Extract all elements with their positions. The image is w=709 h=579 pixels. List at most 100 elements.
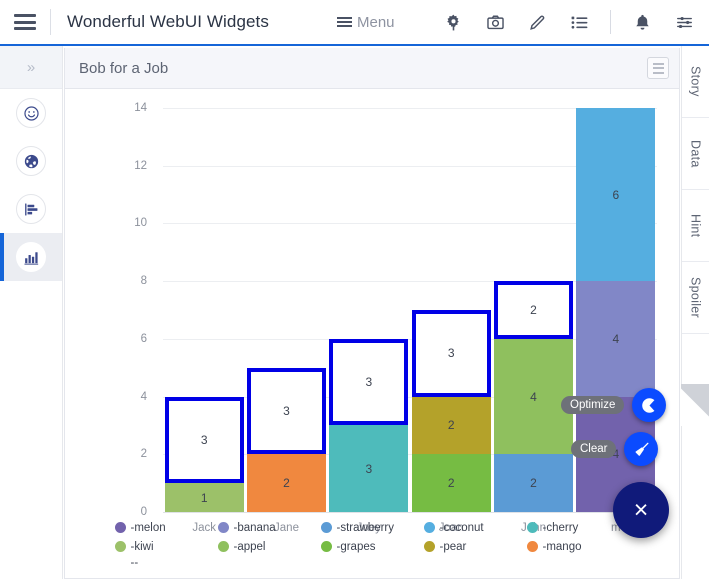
optimize-fab[interactable]: Optimize: [561, 388, 667, 422]
bar-segment-highlighted[interactable]: 2: [494, 281, 573, 339]
toolbar-icons: [442, 10, 695, 34]
legend-item[interactable]: -appel: [217, 537, 321, 556]
sliders-icon[interactable]: [673, 11, 695, 33]
legend-item[interactable]: -cherry: [526, 518, 630, 537]
bar-joey[interactable]: 33: [329, 108, 409, 512]
legend-color-swatch: [320, 522, 332, 533]
legend-color-swatch: [217, 541, 229, 552]
bar-segment[interactable]: 2: [411, 454, 491, 512]
app-title: Wonderful WebUI Widgets: [67, 12, 269, 31]
list-icon[interactable]: [568, 11, 590, 33]
legend-color-swatch: [526, 541, 538, 552]
bar-segment[interactable]: 2: [247, 454, 326, 512]
legend-item[interactable]: -strawberry: [320, 518, 424, 537]
chart-legend: -melon -kiwi -- -banana -appel -strawberry -gr…: [65, 518, 679, 570]
axis-line: [163, 512, 657, 513]
legend-label: -cherry: [542, 521, 579, 534]
legend-label: -mango: [542, 540, 582, 553]
tab-spoiler[interactable]: Spoiler: [682, 262, 709, 334]
legend-column: -melon -kiwi --: [114, 518, 218, 570]
legend-item[interactable]: -melon: [114, 518, 218, 537]
y-axis-tick: 6: [140, 332, 147, 345]
bar-segment-highlighted[interactable]: 3: [164, 396, 244, 484]
legend-column: -cherry -mango: [526, 518, 630, 570]
legend-label: -grapes: [336, 540, 376, 553]
bar-segment[interactable]: 2: [494, 454, 573, 512]
page-title: Bob for a Job: [79, 59, 169, 77]
sidebar-item-globe[interactable]: [0, 137, 62, 185]
broom-icon[interactable]: [624, 432, 659, 466]
menu-button[interactable]: Menu: [336, 14, 395, 31]
legend-item[interactable]: -pear: [423, 537, 527, 556]
expand-sidebar-button[interactable]: »: [0, 46, 62, 89]
bar-segment[interactable]: 6: [576, 108, 656, 282]
right-sidebar: Story Data Hint Spoiler: [681, 46, 709, 579]
gear-icon[interactable]: [442, 11, 464, 33]
legend-column: -strawberry -grapes: [320, 518, 424, 570]
legend-item[interactable]: -mango: [526, 537, 630, 556]
hamburger-icon[interactable]: [14, 14, 36, 30]
bar-segment[interactable]: 3: [329, 425, 409, 512]
bar-segment-highlighted[interactable]: 3: [329, 338, 409, 426]
tab-label: Data: [688, 139, 703, 168]
legend-color-swatch: [423, 541, 435, 552]
legend-label: -pear: [439, 540, 467, 553]
legend-label: -melon: [130, 521, 166, 534]
camera-icon[interactable]: [484, 11, 506, 33]
bar-chart-horizontal-icon: [16, 194, 46, 224]
bar-segment-highlighted[interactable]: 3: [411, 310, 491, 397]
legend-item[interactable]: -coconut: [423, 518, 527, 537]
optimize-tooltip: Optimize: [561, 396, 625, 414]
bar-segment-highlighted[interactable]: 3: [247, 367, 326, 455]
legend-label: -strawberry: [336, 521, 395, 534]
bar-jack[interactable]: 13: [164, 108, 244, 512]
sidebar-item-bar-horizontal[interactable]: [0, 185, 62, 233]
stacked-bar-chart: 0246810121413Jack23Jane33Joey223Joan242J…: [65, 90, 679, 578]
legend-extra-label: --: [130, 557, 139, 569]
divider: [610, 10, 611, 34]
legend-column: -coconut -pear: [423, 518, 527, 570]
y-axis-tick: 10: [134, 217, 147, 230]
bar-segment[interactable]: 4: [576, 281, 656, 397]
clear-fab[interactable]: Clear: [571, 432, 659, 466]
legend-item[interactable]: -grapes: [320, 537, 424, 556]
legend-label: -appel: [233, 540, 266, 553]
tab-label: Hint: [688, 213, 703, 238]
tab-label: Story: [688, 66, 703, 97]
bell-icon[interactable]: [631, 11, 653, 33]
legend-label: -banana: [233, 521, 276, 534]
legend-color-swatch: [320, 541, 332, 552]
bar-joan[interactable]: 223: [411, 108, 491, 512]
bar-chart-icon: [16, 242, 46, 272]
legend-color-swatch: [423, 522, 435, 533]
y-axis-tick: 2: [140, 448, 147, 461]
smiley-icon: [16, 98, 46, 128]
legend-column: -banana -appel: [217, 518, 321, 570]
legend-item[interactable]: -kiwi: [114, 537, 218, 556]
divider: [50, 9, 51, 35]
y-axis-tick: 14: [134, 102, 147, 114]
legend-label: -kiwi: [130, 540, 154, 553]
pacman-icon[interactable]: [632, 388, 667, 422]
y-axis-tick: 8: [140, 275, 147, 288]
bar-segment[interactable]: 1: [164, 483, 244, 512]
top-bar: Wonderful WebUI Widgets Menu: [0, 0, 709, 46]
tab-data[interactable]: Data: [682, 118, 709, 190]
pencil-icon[interactable]: [526, 11, 548, 33]
tab-hint[interactable]: Hint: [682, 190, 709, 262]
left-sidebar: »: [0, 46, 63, 579]
close-icon[interactable]: ×: [613, 482, 669, 538]
tab-story[interactable]: Story: [682, 46, 709, 118]
card-menu-button[interactable]: [647, 57, 669, 79]
bar-john[interactable]: 242: [494, 108, 573, 512]
bar-jane[interactable]: 23: [247, 108, 326, 512]
hamburger-icon: [336, 16, 352, 28]
bar-segment[interactable]: 2: [411, 396, 491, 455]
sidebar-item-bar-chart[interactable]: [0, 233, 62, 281]
globe-icon: [16, 146, 46, 176]
legend-color-swatch: [114, 522, 126, 533]
sidebar-item-smiley[interactable]: [0, 89, 62, 137]
legend-color-swatch: [526, 522, 538, 533]
legend-item[interactable]: -banana: [217, 518, 321, 537]
y-axis-tick: 12: [134, 159, 147, 172]
